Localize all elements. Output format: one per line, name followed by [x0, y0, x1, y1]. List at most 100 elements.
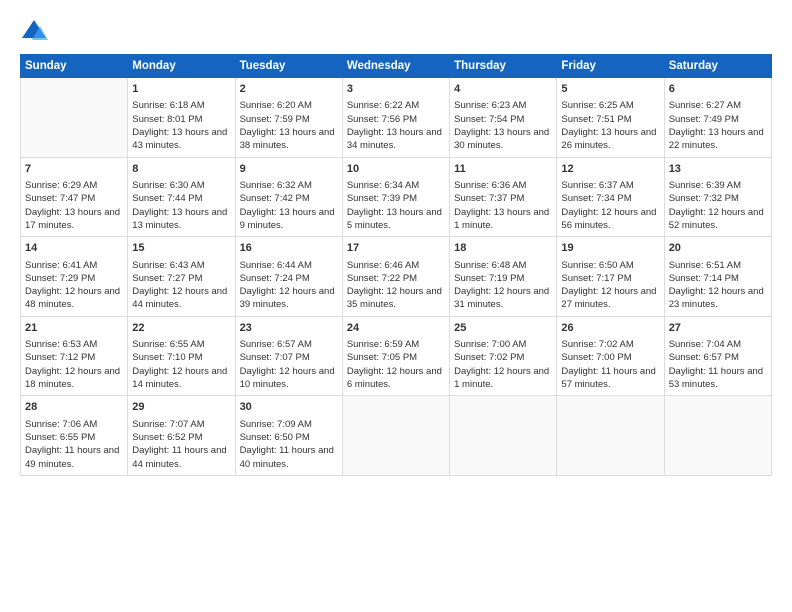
- sunrise-text: Sunrise: 6:32 AM: [240, 179, 338, 192]
- sunset-text: Sunset: 7:51 PM: [561, 113, 659, 126]
- calendar-cell: [557, 396, 664, 476]
- calendar-cell: 26Sunrise: 7:02 AMSunset: 7:00 PMDayligh…: [557, 316, 664, 396]
- sunset-text: Sunset: 7:29 PM: [25, 272, 123, 285]
- day-number: 30: [240, 400, 338, 415]
- sunrise-text: Sunrise: 6:43 AM: [132, 259, 230, 272]
- daylight-text: Daylight: 12 hours and 52 minutes.: [669, 206, 767, 233]
- sunrise-text: Sunrise: 6:29 AM: [25, 179, 123, 192]
- sunset-text: Sunset: 7:49 PM: [669, 113, 767, 126]
- sunrise-text: Sunrise: 6:55 AM: [132, 338, 230, 351]
- sunrise-text: Sunrise: 6:34 AM: [347, 179, 445, 192]
- sunset-text: Sunset: 7:02 PM: [454, 351, 552, 364]
- calendar-day-header: Wednesday: [342, 55, 449, 78]
- calendar-cell: [664, 396, 771, 476]
- sunset-text: Sunset: 7:19 PM: [454, 272, 552, 285]
- sunrise-text: Sunrise: 6:27 AM: [669, 99, 767, 112]
- calendar-day-header: Monday: [128, 55, 235, 78]
- day-number: 23: [240, 321, 338, 336]
- day-number: 12: [561, 162, 659, 177]
- calendar-day-header: Saturday: [664, 55, 771, 78]
- calendar-cell: 10Sunrise: 6:34 AMSunset: 7:39 PMDayligh…: [342, 157, 449, 237]
- daylight-text: Daylight: 12 hours and 10 minutes.: [240, 365, 338, 392]
- daylight-text: Daylight: 12 hours and 48 minutes.: [25, 285, 123, 312]
- daylight-text: Daylight: 13 hours and 38 minutes.: [240, 126, 338, 153]
- daylight-text: Daylight: 12 hours and 1 minute.: [454, 365, 552, 392]
- sunset-text: Sunset: 6:57 PM: [669, 351, 767, 364]
- sunset-text: Sunset: 7:22 PM: [347, 272, 445, 285]
- sunset-text: Sunset: 7:10 PM: [132, 351, 230, 364]
- day-number: 4: [454, 82, 552, 97]
- calendar-cell: 12Sunrise: 6:37 AMSunset: 7:34 PMDayligh…: [557, 157, 664, 237]
- calendar-week-row: 1Sunrise: 6:18 AMSunset: 8:01 PMDaylight…: [21, 78, 772, 158]
- calendar-cell: 6Sunrise: 6:27 AMSunset: 7:49 PMDaylight…: [664, 78, 771, 158]
- calendar-header-row: SundayMondayTuesdayWednesdayThursdayFrid…: [21, 55, 772, 78]
- sunrise-text: Sunrise: 6:48 AM: [454, 259, 552, 272]
- day-number: 11: [454, 162, 552, 177]
- calendar-week-row: 7Sunrise: 6:29 AMSunset: 7:47 PMDaylight…: [21, 157, 772, 237]
- sunrise-text: Sunrise: 6:50 AM: [561, 259, 659, 272]
- sunset-text: Sunset: 7:24 PM: [240, 272, 338, 285]
- day-number: 19: [561, 241, 659, 256]
- day-number: 22: [132, 321, 230, 336]
- day-number: 8: [132, 162, 230, 177]
- day-number: 26: [561, 321, 659, 336]
- sunrise-text: Sunrise: 6:39 AM: [669, 179, 767, 192]
- calendar-cell: 2Sunrise: 6:20 AMSunset: 7:59 PMDaylight…: [235, 78, 342, 158]
- sunset-text: Sunset: 7:00 PM: [561, 351, 659, 364]
- logo: [20, 18, 52, 46]
- daylight-text: Daylight: 12 hours and 31 minutes.: [454, 285, 552, 312]
- sunrise-text: Sunrise: 6:22 AM: [347, 99, 445, 112]
- daylight-text: Daylight: 11 hours and 53 minutes.: [669, 365, 767, 392]
- sunrise-text: Sunrise: 6:18 AM: [132, 99, 230, 112]
- sunset-text: Sunset: 7:42 PM: [240, 192, 338, 205]
- calendar-cell: 9Sunrise: 6:32 AMSunset: 7:42 PMDaylight…: [235, 157, 342, 237]
- daylight-text: Daylight: 11 hours and 40 minutes.: [240, 444, 338, 471]
- sunrise-text: Sunrise: 6:46 AM: [347, 259, 445, 272]
- calendar-cell: 27Sunrise: 7:04 AMSunset: 6:57 PMDayligh…: [664, 316, 771, 396]
- day-number: 25: [454, 321, 552, 336]
- calendar-cell: [21, 78, 128, 158]
- calendar-day-header: Sunday: [21, 55, 128, 78]
- daylight-text: Daylight: 11 hours and 49 minutes.: [25, 444, 123, 471]
- sunset-text: Sunset: 7:07 PM: [240, 351, 338, 364]
- calendar-cell: 15Sunrise: 6:43 AMSunset: 7:27 PMDayligh…: [128, 237, 235, 317]
- day-number: 10: [347, 162, 445, 177]
- sunrise-text: Sunrise: 6:53 AM: [25, 338, 123, 351]
- sunset-text: Sunset: 7:12 PM: [25, 351, 123, 364]
- daylight-text: Daylight: 12 hours and 35 minutes.: [347, 285, 445, 312]
- day-number: 24: [347, 321, 445, 336]
- calendar-cell: 28Sunrise: 7:06 AMSunset: 6:55 PMDayligh…: [21, 396, 128, 476]
- sunrise-text: Sunrise: 7:02 AM: [561, 338, 659, 351]
- sunrise-text: Sunrise: 7:09 AM: [240, 418, 338, 431]
- day-number: 28: [25, 400, 123, 415]
- sunset-text: Sunset: 7:44 PM: [132, 192, 230, 205]
- day-number: 17: [347, 241, 445, 256]
- sunset-text: Sunset: 7:59 PM: [240, 113, 338, 126]
- day-number: 29: [132, 400, 230, 415]
- daylight-text: Daylight: 12 hours and 39 minutes.: [240, 285, 338, 312]
- day-number: 21: [25, 321, 123, 336]
- sunrise-text: Sunrise: 6:36 AM: [454, 179, 552, 192]
- calendar-cell: 19Sunrise: 6:50 AMSunset: 7:17 PMDayligh…: [557, 237, 664, 317]
- daylight-text: Daylight: 13 hours and 43 minutes.: [132, 126, 230, 153]
- calendar-table: SundayMondayTuesdayWednesdayThursdayFrid…: [20, 54, 772, 476]
- sunrise-text: Sunrise: 6:57 AM: [240, 338, 338, 351]
- calendar-cell: 24Sunrise: 6:59 AMSunset: 7:05 PMDayligh…: [342, 316, 449, 396]
- calendar-cell: 22Sunrise: 6:55 AMSunset: 7:10 PMDayligh…: [128, 316, 235, 396]
- calendar-day-header: Tuesday: [235, 55, 342, 78]
- day-number: 1: [132, 82, 230, 97]
- day-number: 7: [25, 162, 123, 177]
- day-number: 9: [240, 162, 338, 177]
- sunrise-text: Sunrise: 6:41 AM: [25, 259, 123, 272]
- sunset-text: Sunset: 8:01 PM: [132, 113, 230, 126]
- sunset-text: Sunset: 7:27 PM: [132, 272, 230, 285]
- daylight-text: Daylight: 13 hours and 34 minutes.: [347, 126, 445, 153]
- daylight-text: Daylight: 13 hours and 5 minutes.: [347, 206, 445, 233]
- calendar-cell: 16Sunrise: 6:44 AMSunset: 7:24 PMDayligh…: [235, 237, 342, 317]
- calendar-cell: 21Sunrise: 6:53 AMSunset: 7:12 PMDayligh…: [21, 316, 128, 396]
- sunset-text: Sunset: 7:56 PM: [347, 113, 445, 126]
- sunset-text: Sunset: 6:55 PM: [25, 431, 123, 444]
- calendar-cell: 14Sunrise: 6:41 AMSunset: 7:29 PMDayligh…: [21, 237, 128, 317]
- calendar-cell: 1 Sunrise: 6:18 AMSunset: 8:01 PMDaylight…: [128, 78, 235, 158]
- sunset-text: Sunset: 7:54 PM: [454, 113, 552, 126]
